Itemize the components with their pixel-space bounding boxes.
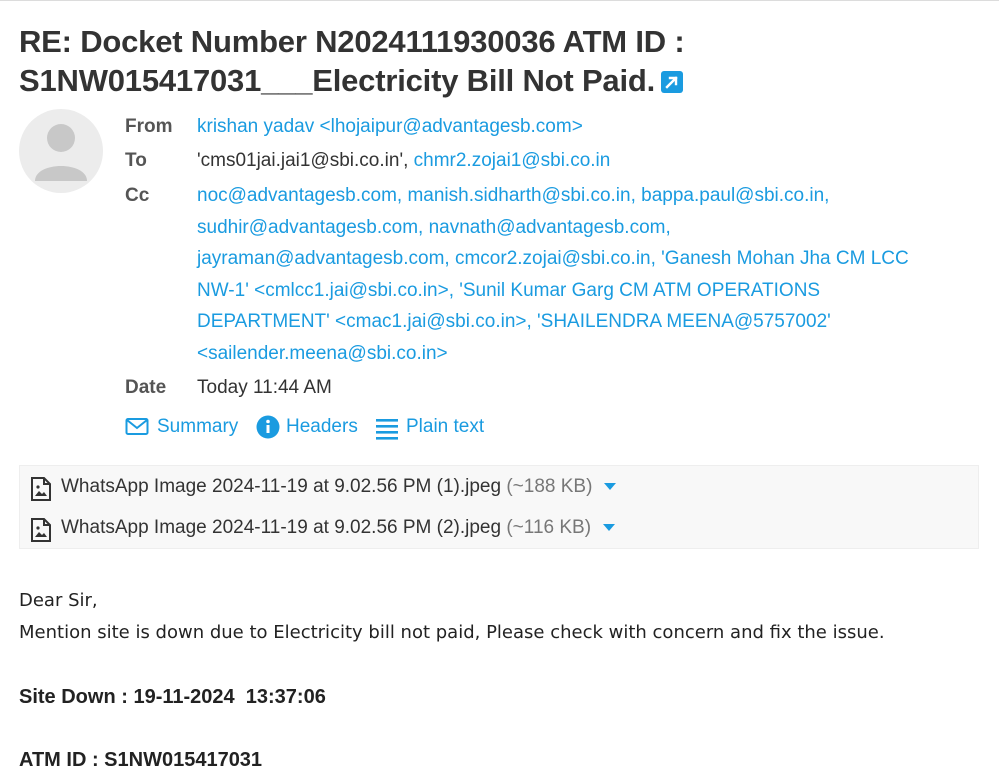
body-greeting: Dear Sir, (19, 590, 98, 611)
attachment-name: WhatsApp Image 2024-11-19 at 9.02.56 PM … (61, 476, 502, 497)
cc-line[interactable]: <sailender.meena@sbi.co.in> (197, 338, 977, 370)
cc-line[interactable]: jayraman@advantagesb.com, cmcor2.zojai@s… (197, 243, 977, 275)
subject-line-2: S1NW015417031___Electricity Bill Not Pai… (19, 61, 719, 100)
top-divider (0, 0, 999, 1)
attachment-filename[interactable]: WhatsApp Image 2024-11-19 at 9.02.56 PM … (61, 513, 591, 543)
caret-down-icon[interactable] (604, 483, 616, 490)
cc-line[interactable]: NW-1' <cmlcc1.jai@sbi.co.in>, 'Sunil Kum… (197, 275, 977, 307)
cc-line[interactable]: noc@advantagesb.com, manish.sidharth@sbi… (197, 180, 977, 212)
body-atm-id: ATM ID : S1NW015417031 (19, 749, 263, 771)
envelope-icon (125, 418, 149, 435)
attachment-size: (~116 KB) (506, 517, 592, 538)
attachment-size: (~188 KB) (506, 476, 593, 497)
attachments-list: WhatsApp Image 2024-11-19 at 9.02.56 PM … (19, 465, 979, 549)
cc-line[interactable]: DEPARTMENT' <cmac1.jai@sbi.co.in>, 'SHAI… (197, 306, 977, 338)
headers-label: Headers (286, 416, 358, 437)
subject-line-1: RE: Docket Number N2024111930036 ATM ID … (19, 24, 685, 59)
date-label: Date (125, 377, 167, 398)
cc-label: Cc (125, 185, 150, 206)
caret-down-icon[interactable] (603, 524, 615, 531)
body-message: Mention site is down due to Electricity … (19, 622, 885, 643)
image-file-icon (31, 518, 51, 542)
lines-icon (376, 419, 398, 440)
attachment-filename[interactable]: WhatsApp Image 2024-11-19 at 9.02.56 PM … (61, 472, 592, 502)
to-plain-address: 'cms01jai.jai1@sbi.co.in', (197, 150, 414, 171)
summary-label: Summary (157, 416, 239, 437)
from-address-link[interactable]: krishan yadav <lhojaipur@advantagesb.com… (197, 116, 583, 137)
body-site-down: Site Down : 19-11-2024 13:37:06 (19, 686, 326, 708)
info-icon (256, 415, 280, 439)
plain-text-label: Plain text (406, 416, 485, 437)
from-label: From (125, 116, 173, 137)
sender-avatar (19, 109, 103, 193)
to-address-link[interactable]: chmr2.zojai1@sbi.co.in (414, 150, 611, 171)
image-file-icon (31, 477, 51, 501)
email-subject: RE: Docket Number N2024111930036 ATM ID … (19, 22, 719, 100)
cc-line[interactable]: sudhir@advantagesb.com, navnath@advantag… (197, 212, 977, 244)
user-avatar-icon (35, 124, 87, 181)
to-label: To (125, 150, 147, 171)
cc-addresses: noc@advantagesb.com, manish.sidharth@sbi… (197, 180, 977, 369)
subject-line-2-text: S1NW015417031___Electricity Bill Not Pai… (19, 63, 656, 98)
attachment-name: WhatsApp Image 2024-11-19 at 9.02.56 PM … (61, 517, 502, 538)
date-value: Today 11:44 AM (197, 377, 332, 398)
external-link-icon[interactable] (661, 71, 684, 93)
